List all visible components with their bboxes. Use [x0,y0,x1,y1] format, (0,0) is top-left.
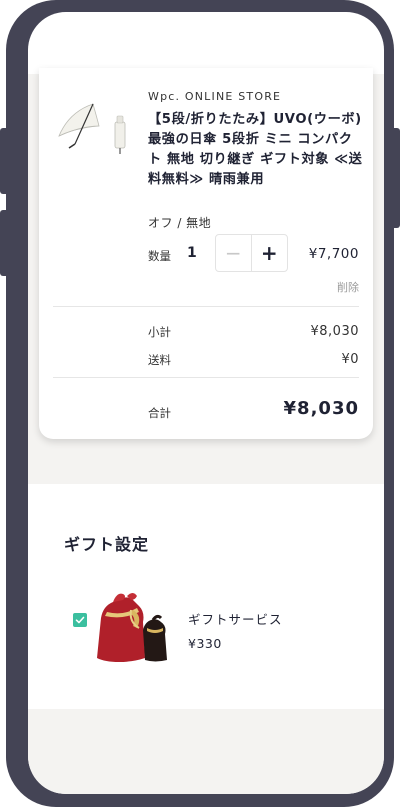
subtotal-value: ¥8,030 [310,324,359,339]
quantity-label: 数量 [148,249,171,263]
cart-card: Wpc. ONLINE STORE 【5段/折りたたみ】UVO(ウーボ) 最強の… [39,68,373,439]
product-title[interactable]: 【5段/折りたたみ】UVO(ウーボ) 最強の日傘 5段折 ミニ コンパクト 無地… [148,110,363,190]
gift-bag-image [97,593,167,662]
divider [53,377,359,378]
quantity-stepper: − + [215,234,288,272]
total-label: 合計 [148,406,171,420]
total-value: ¥8,030 [283,398,359,419]
gift-service-name: ギフトサービス [188,612,283,627]
decrease-quantity-button[interactable]: − [216,235,252,271]
phone-frame: Wpc. ONLINE STORE 【5段/折りたたみ】UVO(ウーボ) 最強の… [6,0,394,807]
delete-item-link[interactable]: 削除 [337,279,359,295]
gift-service-checkbox[interactable] [73,613,87,627]
product-variant: オフ / 無地 [148,216,212,230]
product-thumbnail[interactable] [55,96,133,158]
store-name: Wpc. ONLINE STORE [148,90,282,103]
increase-quantity-button[interactable]: + [252,235,288,271]
item-price: ¥7,700 [308,246,359,262]
shipping-value: ¥0 [341,352,359,367]
gift-service-price: ¥330 [188,636,222,651]
footer-background [28,709,384,794]
subtotal-label: 小計 [148,325,171,339]
divider [53,306,359,307]
shipping-label: 送料 [148,353,171,367]
gift-section-title: ギフト設定 [64,535,150,554]
screen: Wpc. ONLINE STORE 【5段/折りたたみ】UVO(ウーボ) 最強の… [28,12,384,794]
checkmark-icon [75,616,85,624]
quantity-value: 1 [187,245,197,261]
